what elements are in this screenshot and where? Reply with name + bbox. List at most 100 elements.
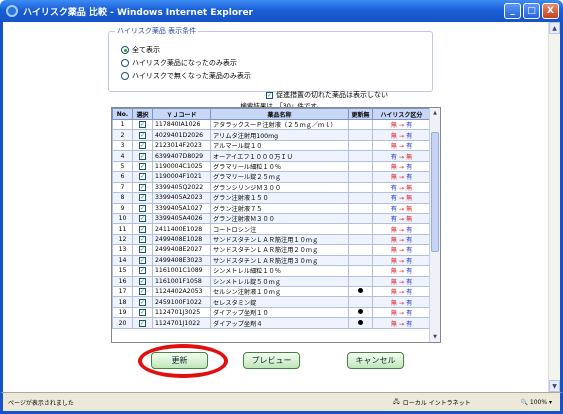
checkbox-checked-icon[interactable]: ✓: [139, 173, 146, 181]
row-highrisk-change: 無 → 有: [372, 171, 431, 183]
cancel-button[interactable]: キャンセル: [347, 352, 404, 369]
scroll-up-icon[interactable]: ▲: [549, 22, 560, 34]
row-select-checkbox[interactable]: ✓: [132, 317, 153, 329]
risk-to: 無: [406, 216, 413, 224]
row-select-checkbox[interactable]: ✓: [132, 254, 153, 267]
radio-icon[interactable]: [121, 59, 129, 67]
table-row: 14 ✓ 2499408E3023 サンドスタチンＬＡＲ筋注用３０ｍｇ 無 → 有: [112, 254, 431, 267]
checkbox-checked-icon[interactable]: ✓: [139, 225, 146, 233]
risk-from: 無: [390, 132, 397, 140]
row-no-update: [348, 171, 373, 183]
row-select-checkbox[interactable]: ✓: [132, 160, 153, 173]
row-no: 6: [112, 171, 133, 183]
close-button[interactable]: X: [542, 3, 559, 19]
row-no: 7: [112, 181, 133, 194]
row-select-checkbox[interactable]: ✓: [132, 192, 153, 204]
table-row: 10 ✓ 3399405A4026 グラン注射液Ｍ３００ 有 → 無: [112, 212, 431, 225]
checkbox-checked-icon[interactable]: ✓: [139, 142, 146, 150]
checkbox-checked-icon[interactable]: ✓: [139, 162, 146, 170]
radio-label: 全て表示: [132, 46, 160, 54]
row-select-checkbox[interactable]: ✓: [132, 171, 153, 183]
row-select-checkbox[interactable]: ✓: [132, 118, 153, 131]
header-yj-code: ＹＪコード: [152, 108, 211, 120]
radio-show-all[interactable]: 全て表示: [121, 45, 160, 55]
table-row: 12 ✓ 2499408E1028 サンドスタチンＬＡＲ筋注用１０ｍｇ 無 → 有: [112, 233, 431, 246]
checkbox-checked-icon[interactable]: ✓: [139, 121, 146, 129]
table-scroll-thumb[interactable]: [431, 132, 439, 252]
checkbox-checked-icon[interactable]: ✓: [139, 319, 146, 327]
row-drug-name: グラマリール錠２５ｍｇ: [210, 171, 349, 183]
checkbox-checked-icon[interactable]: ✓: [139, 215, 146, 223]
row-select-checkbox[interactable]: ✓: [132, 296, 153, 308]
row-drug-name: セレスタミン錠: [210, 296, 349, 308]
row-select-checkbox[interactable]: ✓: [132, 181, 153, 194]
radio-show-no-longer-highrisk[interactable]: ハイリスクで無くなった薬品のみ表示: [121, 71, 251, 81]
radio-selected-icon[interactable]: [121, 46, 129, 54]
row-highrisk-change: 無 → 有: [372, 244, 431, 256]
table-row: 2 ✓ 4029401D2026 アリムタ注射用100mg 無 → 有: [112, 129, 431, 141]
scroll-down-icon[interactable]: ▼: [549, 380, 560, 392]
intranet-icon: 🖧: [393, 398, 400, 405]
risk-to: 有: [406, 247, 413, 255]
exclude-expired-checkbox[interactable]: ✓ 促進措置の切れた薬品は表示しない: [266, 90, 388, 100]
risk-to: 有: [406, 132, 413, 140]
row-yj-code: 1124402A2053: [152, 285, 211, 298]
table-scrollbar[interactable]: ▲ ▼: [429, 108, 440, 342]
row-highrisk-change: 有 → 無: [372, 192, 431, 204]
table-scroll-up-icon[interactable]: ▲: [430, 108, 440, 118]
row-highrisk-change: 無 → 有: [372, 223, 431, 235]
row-select-checkbox[interactable]: ✓: [132, 275, 153, 288]
risk-from: 無: [390, 122, 397, 130]
row-select-checkbox[interactable]: ✓: [132, 306, 153, 319]
row-no-update: [348, 192, 373, 204]
risk-to: 有: [406, 163, 413, 171]
zoom-control[interactable]: 🔍 100% ▾: [521, 399, 560, 406]
row-select-checkbox[interactable]: ✓: [132, 139, 153, 152]
row-select-checkbox[interactable]: ✓: [132, 129, 153, 141]
checkbox-checked-icon[interactable]: ✓: [139, 204, 146, 212]
checkbox-checked-icon[interactable]: ✓: [139, 194, 146, 202]
row-select-checkbox[interactable]: ✓: [132, 233, 153, 246]
row-select-checkbox[interactable]: ✓: [132, 285, 153, 298]
checkbox-checked-icon[interactable]: ✓: [139, 236, 146, 244]
preview-button[interactable]: プレビュー: [243, 352, 300, 369]
minimize-button[interactable]: _: [504, 3, 521, 19]
checkbox-checked-icon[interactable]: ✓: [266, 91, 273, 99]
maximize-button[interactable]: □: [523, 3, 540, 19]
table-header-row: No. 選択 ＹＪコード 薬品名称 更新無 ハイリスク区分: [112, 108, 431, 120]
checkbox-checked-icon[interactable]: ✓: [139, 309, 146, 317]
row-select-checkbox[interactable]: ✓: [132, 223, 153, 235]
checkbox-checked-icon[interactable]: ✓: [139, 152, 146, 160]
risk-to: 無: [406, 205, 413, 213]
radio-show-became-highrisk[interactable]: ハイリスク薬品になったのみ表示: [121, 58, 237, 68]
checkbox-checked-icon[interactable]: ✓: [139, 183, 146, 191]
row-no-update: [348, 181, 373, 194]
radio-icon[interactable]: [121, 72, 129, 80]
checkbox-checked-icon[interactable]: ✓: [139, 256, 146, 264]
risk-to: 有: [406, 237, 413, 245]
row-select-checkbox[interactable]: ✓: [132, 150, 153, 162]
row-select-checkbox[interactable]: ✓: [132, 212, 153, 225]
risk-from: 有: [390, 216, 397, 224]
row-no-update: [348, 139, 373, 152]
risk-from: 無: [390, 237, 397, 245]
table-row: 13 ✓ 2499408E2027 サンドスタチンＬＡＲ筋注用２０ｍｇ 無 → 有: [112, 244, 431, 256]
window-scrollbar[interactable]: ▲ ▼: [548, 22, 560, 392]
checkbox-checked-icon[interactable]: ✓: [139, 288, 146, 296]
row-drug-name: グラン注射液７５: [210, 202, 349, 214]
checkbox-checked-icon[interactable]: ✓: [139, 298, 146, 306]
checkbox-checked-icon[interactable]: ✓: [139, 246, 146, 254]
row-select-checkbox[interactable]: ✓: [132, 244, 153, 256]
checkbox-checked-icon[interactable]: ✓: [139, 267, 146, 275]
row-no: 16: [112, 275, 133, 288]
row-select-checkbox[interactable]: ✓: [132, 202, 153, 214]
checkbox-checked-icon[interactable]: ✓: [139, 277, 146, 285]
checkbox-checked-icon[interactable]: ✓: [139, 131, 146, 139]
row-yj-code: 1190004C1025: [152, 160, 211, 173]
risk-to: 有: [406, 257, 413, 265]
row-yj-code: 2499408E3023: [152, 254, 211, 267]
table-scroll-down-icon[interactable]: ▼: [430, 332, 440, 342]
row-select-checkbox[interactable]: ✓: [132, 265, 153, 277]
row-no: 17: [112, 285, 133, 298]
risk-to: 有: [406, 122, 413, 130]
